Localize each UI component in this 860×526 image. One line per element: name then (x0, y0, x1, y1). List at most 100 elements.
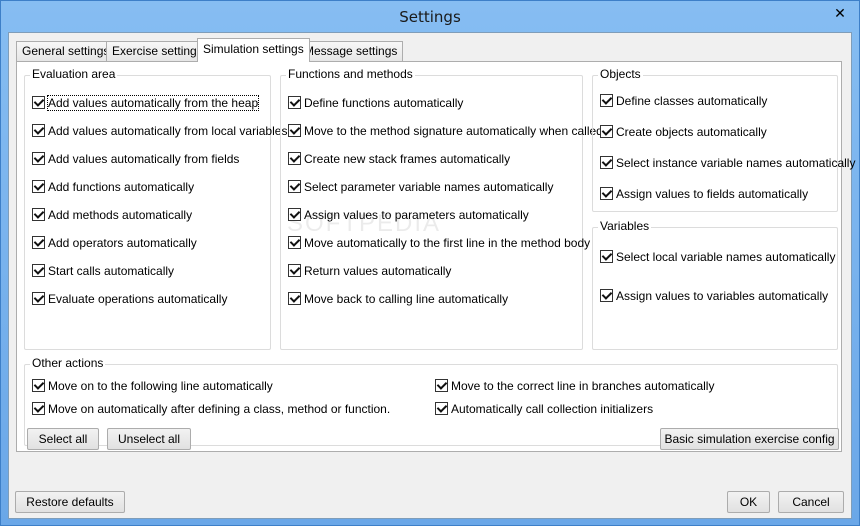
simulation-settings-panel: SOFTPEDIA Evaluation area Add values aut… (16, 61, 855, 452)
checkbox-label: Assign values to fields automatically (616, 186, 809, 201)
checkbox[interactable] (32, 180, 45, 194)
checkbox[interactable] (600, 187, 613, 201)
checkbox[interactable] (32, 96, 45, 110)
checkbox-row[interactable]: Select instance variable names automatic… (600, 155, 855, 171)
checkbox-label: Add operators automatically (48, 235, 197, 250)
checkbox[interactable] (32, 152, 45, 166)
checkbox[interactable] (600, 289, 613, 303)
checkbox-row[interactable]: Move on automatically after defining a c… (32, 401, 390, 417)
checkbox-row[interactable]: Create objects automatically (600, 124, 767, 140)
checkbox-row[interactable]: Assign values to parameters automaticall… (288, 207, 529, 223)
basic-simulation-config-button[interactable]: Basic simulation exercise config (660, 428, 839, 450)
group-title-evaluation-area: Evaluation area (30, 67, 118, 81)
checkbox-row[interactable]: Select local variable names automaticall… (600, 249, 835, 265)
checkbox-label: Move automatically to the first line in … (304, 235, 591, 250)
checkbox-row[interactable]: Add operators automatically (32, 235, 197, 251)
select-all-button[interactable]: Select all (27, 428, 99, 450)
group-evaluation-area: Evaluation area Add values automatically… (24, 67, 287, 350)
checkbox[interactable] (435, 379, 448, 393)
checkbox-label: Start calls automatically (48, 263, 175, 278)
checkbox[interactable] (32, 124, 45, 138)
checkbox-label: Add values automatically from fields (48, 151, 240, 166)
checkbox-label: Evaluate operations automatically (48, 291, 228, 306)
checkbox-label: Select parameter variable names automati… (304, 179, 554, 194)
tab-simulation-settings[interactable]: Simulation settings (197, 38, 310, 62)
window-title: Settings (399, 8, 461, 26)
checkbox-row[interactable]: Select parameter variable names automati… (288, 179, 553, 195)
checkbox-row[interactable]: Add functions automatically (32, 179, 194, 195)
checkbox-label: Move to the correct line in branches aut… (451, 378, 715, 393)
restore-defaults-button[interactable]: Restore defaults (15, 491, 125, 513)
checkbox-label: Assign values to variables automatically (616, 288, 829, 303)
tab-message-settings[interactable]: Message settings (298, 41, 404, 61)
group-objects: Objects Define classes automatically Cre… (592, 67, 855, 212)
checkbox[interactable] (288, 264, 301, 278)
checkbox-row[interactable]: Move back to calling line automatically (288, 291, 508, 307)
dialog-client-area: General settings Exercise settings Simul… (8, 32, 855, 519)
checkbox-label: Add values automatically from the heap (46, 94, 260, 111)
checkbox-label: Create objects automatically (616, 124, 767, 139)
tab-general-settings[interactable]: General settings (16, 41, 116, 61)
tab-exercise-settings[interactable]: Exercise settings (106, 41, 209, 61)
checkbox-label: Add methods automatically (48, 207, 193, 222)
checkbox-label: Move to the method signature automatical… (304, 123, 603, 138)
checkbox-label: Select local variable names automaticall… (616, 249, 836, 264)
checkbox-row[interactable]: Move automatically to the first line in … (288, 235, 590, 251)
checkbox-row[interactable]: Define classes automatically (600, 93, 767, 109)
group-title-functions-and-methods: Functions and methods (286, 67, 415, 81)
checkbox-row[interactable]: Assign values to fields automatically (600, 186, 808, 202)
checkbox-row[interactable]: Move to the correct line in branches aut… (435, 378, 714, 394)
checkbox-label: Move back to calling line automatically (304, 291, 509, 306)
checkbox[interactable] (600, 125, 613, 139)
checkbox[interactable] (600, 250, 613, 264)
group-functions-and-methods: Functions and methods Define functions a… (280, 67, 603, 350)
checkbox[interactable] (288, 96, 301, 110)
checkbox[interactable] (32, 292, 45, 306)
group-variables: Variables Select local variable names au… (592, 219, 838, 350)
checkbox[interactable] (288, 208, 301, 222)
checkbox[interactable] (32, 379, 45, 393)
checkbox-row[interactable]: Move to the method signature automatical… (288, 123, 603, 139)
checkbox-label: Define functions automatically (304, 95, 464, 110)
checkbox[interactable] (32, 208, 45, 222)
checkbox[interactable] (288, 292, 301, 306)
close-icon[interactable]: ✕ (827, 3, 853, 23)
ok-button[interactable]: OK (727, 491, 770, 513)
checkbox-row[interactable]: Add values automatically from fields (32, 151, 239, 167)
checkbox-row[interactable]: Assign values to variables automatically (600, 288, 828, 304)
checkbox-label: Select instance variable names automatic… (616, 155, 856, 170)
group-title-variables: Variables (598, 219, 652, 233)
checkbox-label: Automatically call collection initialize… (451, 401, 654, 416)
checkbox[interactable] (600, 156, 613, 170)
checkbox[interactable] (288, 236, 301, 250)
checkbox-row[interactable]: Automatically call collection initialize… (435, 401, 653, 417)
checkbox-row[interactable]: Define functions automatically (288, 95, 463, 111)
checkbox[interactable] (32, 402, 45, 416)
checkbox[interactable] (32, 264, 45, 278)
checkbox-row[interactable]: Evaluate operations automatically (32, 291, 227, 307)
checkbox-row[interactable]: Start calls automatically (32, 263, 174, 279)
checkbox[interactable] (288, 124, 301, 138)
checkbox-label: Assign values to parameters automaticall… (304, 207, 529, 222)
checkbox-label: Move on automatically after defining a c… (48, 401, 391, 416)
checkbox-label: Define classes automatically (616, 93, 768, 108)
checkbox[interactable] (32, 236, 45, 250)
group-title-other-actions: Other actions (30, 356, 106, 370)
unselect-all-button[interactable]: Unselect all (107, 428, 191, 450)
checkbox-row[interactable]: Create new stack frames automatically (288, 151, 510, 167)
settings-window: Settings ✕ General settings Exercise set… (0, 0, 860, 526)
checkbox-row[interactable]: Add methods automatically (32, 207, 192, 223)
checkbox[interactable] (600, 94, 613, 108)
checkbox-row[interactable]: Add values automatically from the heap (32, 94, 260, 111)
checkbox-row[interactable]: Return values automatically (288, 263, 451, 279)
checkbox-label: Create new stack frames automatically (304, 151, 511, 166)
checkbox-row[interactable]: Move on to the following line automatica… (32, 378, 273, 394)
checkbox[interactable] (435, 402, 448, 416)
checkbox-row[interactable]: Add values automatically from local vari… (32, 123, 287, 139)
checkbox[interactable] (288, 180, 301, 194)
checkbox[interactable] (288, 152, 301, 166)
checkbox-label: Return values automatically (304, 263, 452, 278)
group-title-objects: Objects (598, 67, 643, 81)
cancel-button[interactable]: Cancel (778, 491, 844, 513)
checkbox-label: Move on to the following line automatica… (48, 378, 273, 393)
